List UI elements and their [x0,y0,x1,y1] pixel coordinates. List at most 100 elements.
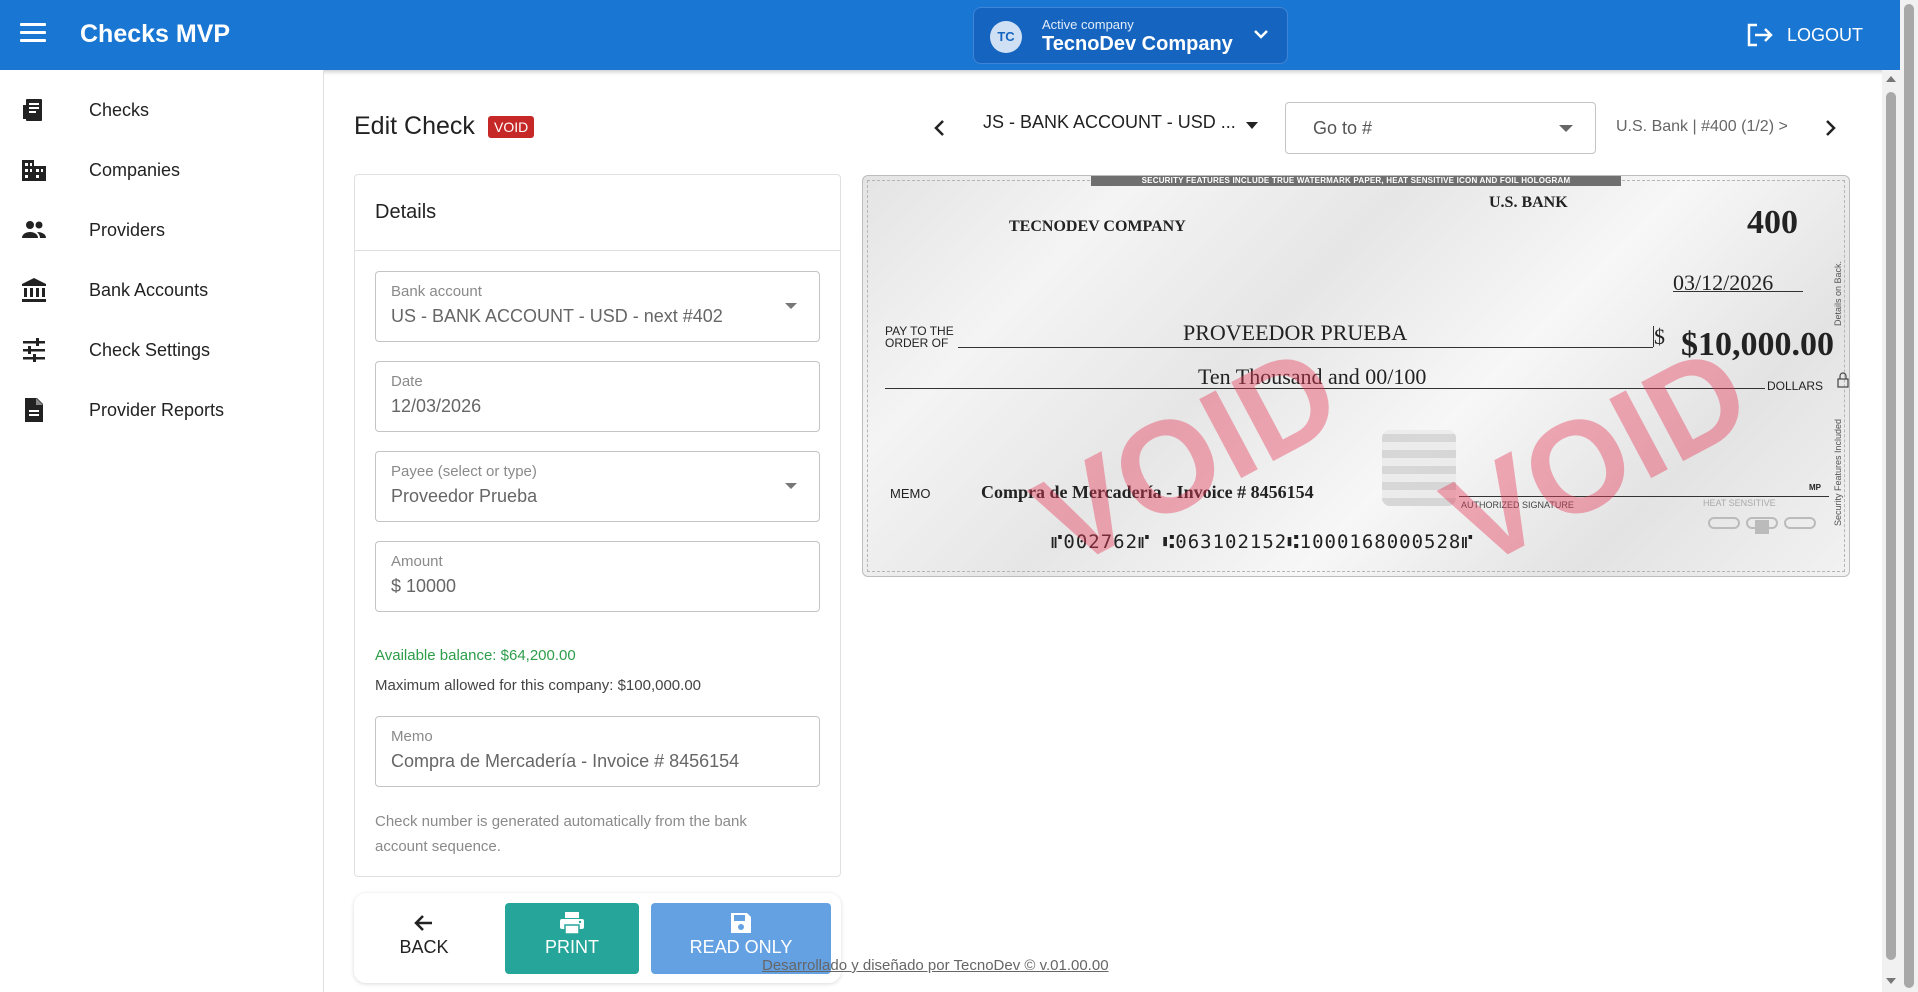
content-scrollbar[interactable] [1882,70,1900,992]
page-title: Edit Check [354,112,475,140]
report-icon [25,398,43,422]
check-date: 03/12/2026 [1673,270,1774,295]
sidebar-item-label: Checks [89,99,150,120]
logout-button[interactable]: LOGOUT [1745,20,1863,50]
print-label: PRINT [545,937,599,957]
check-bank-name: U.S. BANK [1489,194,1568,211]
details-card: Details Bank account US - BANK ACCOUNT -… [354,174,841,877]
max-allowed: Maximum allowed for this company: $100,0… [375,677,702,694]
amount-field[interactable]: Amount $ 10000 [375,541,820,612]
bank-icon [22,278,46,302]
payee-select[interactable]: Payee (select or type) Proveedor Prueba [375,451,820,522]
date-value: 12/03/2026 [391,396,482,416]
back-label: BACK [399,937,449,957]
signature-line [1459,496,1829,497]
dollar-sign: $ [1654,324,1665,349]
building-icon [22,160,46,181]
goto-number-select[interactable]: Go to # [1285,102,1596,154]
bank-account-select[interactable]: Bank account US - BANK ACCOUNT - USD - n… [375,271,820,342]
printer-icon [560,912,584,935]
pay-to-line2: ORDER OF [885,336,949,350]
sidebar-item-label: Check Settings [89,339,211,360]
memo-field[interactable]: Memo Compra de Mercadería - Invoice # 84… [375,716,820,787]
payee-box [1640,326,1654,347]
check-number: 400 [1747,204,1798,241]
window-scroll-thumb[interactable] [1904,4,1914,988]
check-amount: $10,000.00 [1681,326,1834,363]
window-scrollbar[interactable] [1900,0,1918,992]
checks-icon [23,99,42,121]
amount-words-line [885,388,1765,389]
valid-hologram [1382,430,1456,506]
read-only-label: READ ONLY [689,937,793,957]
sidebar-item-companies[interactable]: Companies [0,142,323,198]
logout-label: LOGOUT [1787,24,1864,45]
people-icon [22,221,46,238]
sidebar-item-label: Bank Accounts [89,279,209,300]
goto-placeholder: Go to # [1313,118,1373,138]
sidebar-item-label: Providers [89,219,166,240]
heat-lock-icon [1708,517,1816,534]
arrow-back-icon [414,915,432,931]
memo-label: Memo [391,728,433,745]
sidebar-item-providers[interactable]: Providers [0,202,323,258]
back-button[interactable]: BACK [354,903,494,974]
company-switcher[interactable]: TC Active company TecnoDev Company [973,7,1288,64]
footer-credit-link[interactable]: Desarrollado y diseñado por TecnoDev © v… [762,957,1109,974]
menu-icon[interactable] [20,23,46,45]
scroll-down-icon[interactable] [1886,978,1896,984]
bank-account-label: Bank account [391,283,482,300]
pay-to-label: PAY TO THE ORDER OF [885,325,954,349]
save-icon [731,913,751,933]
top-app-bar: Checks MVP TC Active company TecnoDev Co… [0,0,1900,70]
logout-icon [1747,23,1773,47]
print-button[interactable]: PRINT [505,903,639,974]
check-memo: Compra de Mercadería - Invoice # 8456154 [981,482,1314,502]
dropdown-caret-icon [1246,122,1258,129]
mp-label: MP [1809,483,1821,492]
date-label: Date [391,373,423,390]
pager-text: U.S. Bank | #400 (1/2) > [1616,118,1788,135]
security-band: SECURITY FEATURES INCLUDE TRUE WATERMARK… [1091,176,1621,186]
payee-label: Payee (select or type) [391,463,537,480]
chevron-down-icon [1254,30,1268,39]
dropdown-caret-icon [1559,125,1573,132]
company-label: Active company [1042,17,1134,32]
dropdown-caret-icon [785,303,797,309]
sidebar-item-check-settings[interactable]: Check Settings [0,322,323,378]
sidebar-item-label: Companies [89,159,181,180]
amount-value: $ 10000 [391,576,457,596]
payee-value: Proveedor Prueba [391,486,538,506]
memo-label: MEMO [890,486,931,501]
payee-line [958,347,1653,348]
scroll-up-icon[interactable] [1886,76,1896,82]
available-balance: Available balance: $64,200.00 [375,647,576,664]
sidebar-item-provider-reports[interactable]: Provider Reports [0,382,323,438]
account-select[interactable]: JS - BANK ACCOUNT - USD ... [983,112,1268,142]
account-select-value: JS - BANK ACCOUNT - USD ... [983,112,1236,132]
chevron-left-icon[interactable] [928,116,952,140]
micr-line: ⑈002762⑈ ⑆063102152⑆1000168000528⑈ [1051,531,1474,553]
dollars-label: DOLLARS [1767,379,1824,393]
dropdown-caret-icon [785,483,797,489]
check-payee: PROVEEDOR PRUEBA [1183,320,1408,345]
check-company: TECNODEV COMPANY [1009,218,1186,235]
helper-text: Check number is generated automatically … [375,813,747,855]
lock-icon [1837,372,1849,388]
memo-value: Compra de Mercadería - Invoice # 8456154 [391,751,740,771]
scroll-thumb[interactable] [1886,92,1896,960]
chevron-right-icon[interactable] [1818,116,1842,140]
bank-account-value: US - BANK ACCOUNT - USD - next #402 [391,306,723,326]
tune-icon [23,338,45,362]
check-amount-words: Ten Thousand and 00/100 [1198,364,1427,389]
company-avatar: TC [990,21,1022,53]
date-line [1673,291,1803,292]
check-preview: SECURITY FEATURES INCLUDE TRUE WATERMARK… [862,175,1850,577]
date-field[interactable]: Date 12/03/2026 [375,361,820,432]
sidebar-item-label: Provider Reports [89,399,225,420]
sidebar-item-checks[interactable]: Checks [0,82,323,138]
side-text-bottom: Security Features Included [1833,418,1843,526]
status-badge: VOID [488,116,535,138]
sidebar-item-bank-accounts[interactable]: Bank Accounts [0,262,323,318]
details-heading: Details [355,175,840,251]
